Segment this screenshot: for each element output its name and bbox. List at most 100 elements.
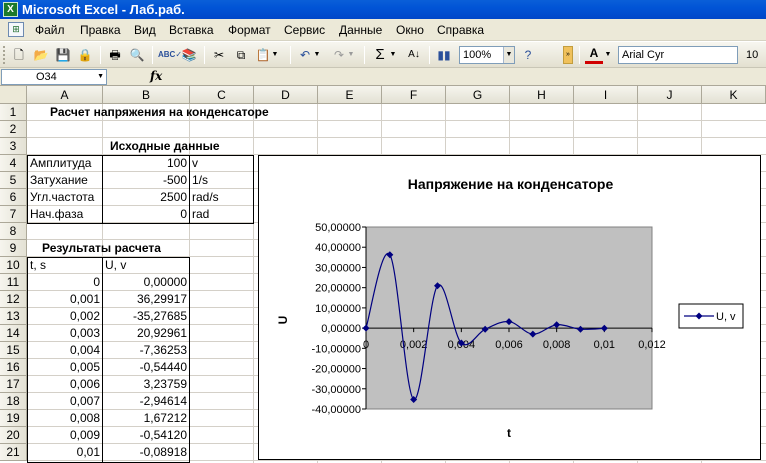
column-header-a[interactable]: A [27, 86, 103, 104]
result-u[interactable]: -0,08918 [103, 444, 189, 461]
result-t[interactable]: 0,002 [28, 308, 102, 325]
input-value[interactable]: 0 [103, 206, 189, 223]
sheet-title[interactable]: Расчет напряжения на конденсаторе [48, 104, 338, 121]
row-header[interactable]: 16 [0, 359, 27, 376]
input-unit[interactable]: 1/s [190, 172, 253, 189]
result-u[interactable]: -35,27685 [103, 308, 189, 325]
result-t[interactable]: 0,001 [28, 291, 102, 308]
menu-help[interactable]: Справка [437, 23, 484, 37]
undo-dropdown-icon[interactable]: ▼ [313, 46, 321, 64]
row-header[interactable]: 4 [0, 155, 27, 172]
new-icon[interactable]: 🗋 [10, 46, 28, 64]
autosum-icon[interactable]: Σ [371, 46, 389, 64]
chevron-down-icon[interactable]: ▼ [97, 70, 104, 84]
result-u[interactable]: -7,36253 [103, 342, 189, 359]
menu-window[interactable]: Окно [396, 23, 424, 37]
embedded-chart[interactable]: Напряжение на конденсаторе 50,00000 40,00… [258, 155, 761, 460]
print-icon[interactable]: 🖶 [106, 46, 124, 64]
permission-icon[interactable]: 🔒 [76, 46, 94, 64]
row-header[interactable]: 8 [0, 223, 27, 240]
input-value[interactable]: 100 [103, 155, 189, 172]
research-icon[interactable]: 📚 [180, 46, 198, 64]
row-header[interactable]: 18 [0, 393, 27, 410]
row-header[interactable]: 6 [0, 189, 27, 206]
column-header-h[interactable]: H [510, 86, 574, 104]
workbook-icon[interactable]: ⊞ [8, 22, 24, 37]
menu-view[interactable]: Вид [134, 23, 156, 37]
result-t[interactable]: 0,003 [28, 325, 102, 342]
column-header-g[interactable]: G [446, 86, 510, 104]
row-header[interactable]: 17 [0, 376, 27, 393]
row-header[interactable]: 13 [0, 308, 27, 325]
row-header[interactable]: 3 [0, 138, 27, 155]
column-header-e[interactable]: E [318, 86, 382, 104]
row-header[interactable]: 9 [0, 240, 27, 257]
input-label[interactable]: Нач.фаза [28, 206, 102, 223]
row-header[interactable]: 21 [0, 444, 27, 461]
row-header[interactable]: 15 [0, 342, 27, 359]
menu-insert[interactable]: Вставка [169, 23, 214, 37]
menu-data[interactable]: Данные [339, 23, 382, 37]
row-header[interactable]: 11 [0, 274, 27, 291]
result-t[interactable]: 0,008 [28, 410, 102, 427]
row-header[interactable]: 14 [0, 325, 27, 342]
result-t[interactable]: 0,01 [28, 444, 102, 461]
save-icon[interactable]: 💾 [54, 46, 72, 64]
result-u[interactable]: 20,92961 [103, 325, 189, 342]
result-t[interactable]: 0,005 [28, 359, 102, 376]
result-u[interactable]: 36,29917 [103, 291, 189, 308]
column-header-d[interactable]: D [254, 86, 318, 104]
menu-tools[interactable]: Сервис [284, 23, 325, 37]
column-header-k[interactable]: K [702, 86, 766, 104]
chart-plot-svg[interactable]: 50,00000 40,00000 30,00000 20,00000 10,00000… [259, 156, 762, 461]
paste-dropdown-icon[interactable]: ▼ [271, 46, 279, 64]
row-header[interactable]: 2 [0, 121, 27, 138]
result-u[interactable]: 0,00000 [103, 274, 189, 291]
menu-format[interactable]: Формат [228, 23, 271, 37]
result-t[interactable]: 0,009 [28, 427, 102, 444]
name-box[interactable]: O34 ▼ [1, 69, 107, 85]
autosum-dropdown-icon[interactable]: ▼ [389, 46, 397, 64]
input-value[interactable]: -500 [103, 172, 189, 189]
input-value[interactable]: 2500 [103, 189, 189, 206]
result-t[interactable]: 0,006 [28, 376, 102, 393]
open-icon[interactable]: 📂 [32, 46, 50, 64]
toolbar-grip[interactable] [3, 46, 6, 64]
row-header[interactable]: 1 [0, 104, 27, 121]
insert-function-icon[interactable]: fx [150, 69, 162, 83]
result-t[interactable]: 0,004 [28, 342, 102, 359]
row-header[interactable]: 20 [0, 427, 27, 444]
result-u[interactable]: 1,67212 [103, 410, 189, 427]
result-u[interactable]: -0,54440 [103, 359, 189, 376]
result-t[interactable]: 0,007 [28, 393, 102, 410]
input-unit[interactable]: rad/s [190, 189, 253, 206]
help-icon[interactable]: ? [519, 46, 537, 64]
row-header[interactable]: 19 [0, 410, 27, 427]
row-header[interactable]: 12 [0, 291, 27, 308]
column-header-c[interactable]: C [190, 86, 254, 104]
result-t[interactable]: 0 [28, 274, 102, 291]
menu-file[interactable]: Файл [35, 23, 65, 37]
column-header-b[interactable]: B [103, 86, 190, 104]
print-preview-icon[interactable]: 🔍 [128, 46, 146, 64]
redo-dropdown-icon[interactable]: ▼ [347, 46, 355, 64]
paste-icon[interactable]: 📋 [254, 46, 272, 64]
chevron-down-icon[interactable]: ▼ [503, 47, 514, 63]
redo-icon[interactable]: ↷ [330, 46, 348, 64]
input-header[interactable]: Исходные данные [108, 138, 228, 155]
undo-icon[interactable]: ↶ [296, 46, 314, 64]
copy-icon[interactable]: ⧉ [232, 46, 250, 64]
input-unit[interactable]: v [190, 155, 253, 172]
column-header-j[interactable]: J [638, 86, 702, 104]
results-col-t[interactable]: t, s [28, 257, 102, 274]
font-name-combo[interactable]: Arial Cyr [618, 46, 738, 64]
font-color-dropdown-icon[interactable]: ▼ [604, 46, 612, 64]
result-u[interactable]: -2,94614 [103, 393, 189, 410]
input-unit[interactable]: rad [190, 206, 253, 223]
select-all-corner[interactable] [0, 86, 27, 104]
sort-ascending-icon[interactable]: A↓ [405, 46, 423, 64]
column-header-f[interactable]: F [382, 86, 446, 104]
results-col-u[interactable]: U, v [103, 257, 189, 274]
results-header[interactable]: Результаты расчета [40, 240, 190, 257]
zoom-combo[interactable]: 100% ▼ [459, 46, 515, 64]
